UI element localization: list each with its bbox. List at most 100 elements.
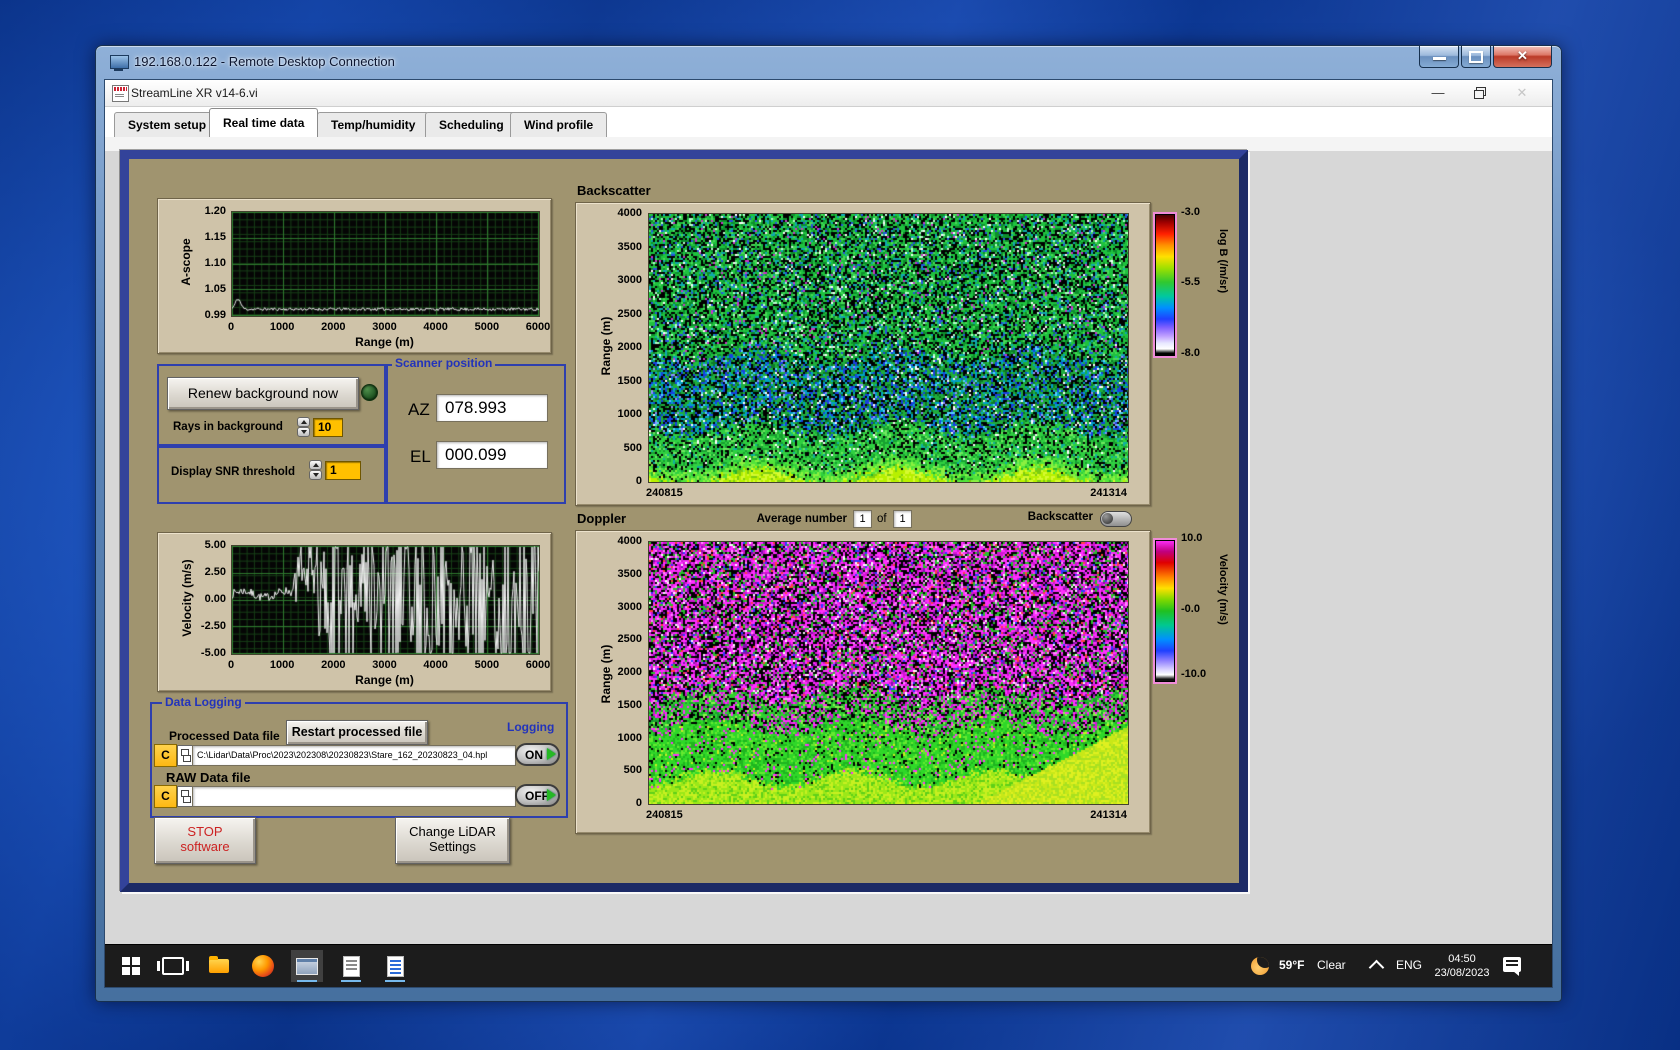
backscatter-ytick: 4000 xyxy=(617,207,642,219)
renew-background-button[interactable]: Renew background now xyxy=(167,377,359,410)
processed-path-field[interactable]: C:\Lidar\Data\Proc\2023\202308\20230823\… xyxy=(192,745,516,766)
scan-schedule-button[interactable] xyxy=(335,950,367,982)
velocity-graph-box: Velocity (m/s) Range (m) 5.00 2.50 0.00 -2.… xyxy=(157,532,552,692)
rdp-app-icon xyxy=(110,55,129,69)
rdp-minimize-button[interactable] xyxy=(1419,46,1459,68)
task-view-button[interactable] xyxy=(157,950,189,982)
stop-software-button[interactable]: STOP software xyxy=(154,817,256,864)
processed-data-file-label: Processed Data file xyxy=(169,729,280,743)
doppler-cbar-max: 10.0 xyxy=(1181,532,1203,544)
raw-drive-selector[interactable]: C xyxy=(154,785,177,808)
az-value-field[interactable]: 078.993 xyxy=(436,394,548,422)
active-indicator xyxy=(341,980,361,982)
rdp-client-area: StreamLine XR v14-6.vi — ✕ System setup … xyxy=(104,79,1553,988)
on-label: ON xyxy=(525,748,543,762)
clock[interactable]: 04:50 23/08/2023 xyxy=(1430,952,1494,980)
velocity-xlabel: Range (m) xyxy=(355,673,414,687)
weather-condition[interactable]: Clear xyxy=(1317,958,1346,972)
ascope-xtick: 2000 xyxy=(321,321,346,333)
app-restore-button[interactable] xyxy=(1469,82,1491,104)
backscatter-plot-canvas xyxy=(648,213,1129,483)
backscatter-ytick: 2500 xyxy=(617,307,642,320)
renew-led-indicator xyxy=(361,384,378,401)
stop-line1: STOP xyxy=(187,824,223,839)
velocity-ytick: -2.50 xyxy=(200,620,226,632)
taskbar: 59°F Clear ENG 04:50 23/08/2023 xyxy=(105,944,1552,987)
tab-scheduling[interactable]: Scheduling xyxy=(425,112,518,137)
tab-real-time-data[interactable]: Real time data xyxy=(209,108,319,137)
log-viewer-button[interactable] xyxy=(379,950,411,982)
spinner-up-icon[interactable] xyxy=(309,460,322,470)
snr-value-field[interactable]: 1 xyxy=(325,461,361,480)
backscatter-time-start: 240815 xyxy=(646,487,683,499)
background-controls-box: Renew background now Rays in background … xyxy=(157,364,386,448)
spinner-down-icon[interactable] xyxy=(309,470,322,480)
restart-processed-file-button[interactable]: Restart processed file xyxy=(286,720,428,745)
data-logging-title: Data Logging xyxy=(162,695,245,709)
average-total-field[interactable]: 1 xyxy=(893,510,912,528)
spinner-up-icon[interactable] xyxy=(297,417,310,427)
tab-wind-profile[interactable]: Wind profile xyxy=(510,112,608,137)
ascope-xtick: 6000 xyxy=(525,321,551,333)
rays-spinner[interactable] xyxy=(297,417,310,437)
doppler-cbar-label: Velocity (m/s) xyxy=(1217,554,1229,625)
rdp-close-button[interactable]: ✕ xyxy=(1493,46,1552,68)
el-value-field[interactable]: 000.099 xyxy=(436,441,548,469)
backscatter-ytick: 3500 xyxy=(617,240,642,253)
ascope-graph-box: A-scope Range (m) 1.20 1.15 1.10 1.05 0.99 0 1… xyxy=(157,198,552,354)
processed-drive-selector[interactable]: C xyxy=(154,744,177,767)
app-window-title: StreamLine XR v14-6.vi xyxy=(131,86,258,100)
app-minimize-button[interactable]: — xyxy=(1427,82,1449,104)
spinner-down-icon[interactable] xyxy=(297,427,310,437)
snr-spinner[interactable] xyxy=(309,460,322,480)
active-indicator xyxy=(297,980,317,982)
tab-system-setup[interactable]: System setup xyxy=(114,112,221,137)
language-indicator[interactable]: ENG xyxy=(1396,958,1422,972)
raw-browse-icon[interactable] xyxy=(177,786,193,807)
doppler-ytick: 0 xyxy=(635,797,642,809)
on-led-icon xyxy=(547,748,556,760)
weather-temp[interactable]: 59°F xyxy=(1279,958,1304,972)
raw-logging-off-button[interactable]: OFF xyxy=(515,784,560,807)
ascope-xtick: 0 xyxy=(227,321,235,333)
firefox-button[interactable] xyxy=(247,950,279,982)
start-button[interactable] xyxy=(115,950,147,982)
rdp-maximize-button[interactable] xyxy=(1461,46,1491,68)
velocity-xtick: 6000 xyxy=(525,659,551,671)
velocity-ytick: 2.50 xyxy=(204,566,226,578)
average-number-label: Average number xyxy=(756,513,847,525)
folder-icon xyxy=(209,956,229,973)
backscatter-cbar-min: -8.0 xyxy=(1181,347,1200,359)
velocity-xtick: 2000 xyxy=(321,659,346,671)
logging-label: Logging xyxy=(507,720,555,734)
action-center-icon[interactable] xyxy=(1503,957,1521,976)
raw-path-field[interactable] xyxy=(192,786,516,807)
doppler-time-start: 240815 xyxy=(646,809,683,821)
tray-chevron-icon[interactable] xyxy=(1368,959,1385,976)
weather-moon-icon[interactable] xyxy=(1251,957,1269,975)
lidar-panel: A-scope Range (m) 1.20 1.15 1.10 1.05 0.99 0 1… xyxy=(120,150,1248,892)
app-close-button[interactable]: ✕ xyxy=(1511,82,1533,104)
file-explorer-button[interactable] xyxy=(203,950,235,982)
document-icon xyxy=(342,955,360,977)
rays-value-field[interactable]: 10 xyxy=(313,418,343,437)
doppler-ytick: 2000 xyxy=(617,666,642,678)
average-number-field[interactable]: 1 xyxy=(853,510,872,528)
processed-logging-on-button[interactable]: ON xyxy=(515,743,560,766)
scanner-position-title: Scanner position xyxy=(392,356,496,370)
ascope-xtick: 5000 xyxy=(474,321,500,333)
change-line2: Settings xyxy=(429,839,476,854)
ascope-xtick: 1000 xyxy=(269,321,295,333)
scanner-position-box: AZ 078.993 EL 000.099 xyxy=(386,364,566,504)
backscatter-ytick: 1000 xyxy=(617,408,642,420)
doppler-cbar-min: -10.0 xyxy=(1181,668,1207,680)
streamline-app-button[interactable] xyxy=(291,950,323,982)
change-lidar-settings-button[interactable]: Change LiDAR Settings xyxy=(395,817,510,864)
app-titlebar[interactable]: StreamLine XR v14-6.vi — ✕ xyxy=(105,80,1552,107)
tab-temp-humidity[interactable]: Temp/humidity xyxy=(317,112,430,137)
off-label: OFF xyxy=(525,789,549,803)
rdp-titlebar[interactable]: 192.168.0.122 - Remote Desktop Connectio… xyxy=(96,46,1561,79)
doppler-title: Doppler xyxy=(577,511,627,526)
backscatter-toggle-switch[interactable] xyxy=(1100,511,1132,527)
processed-browse-icon[interactable] xyxy=(177,745,193,766)
